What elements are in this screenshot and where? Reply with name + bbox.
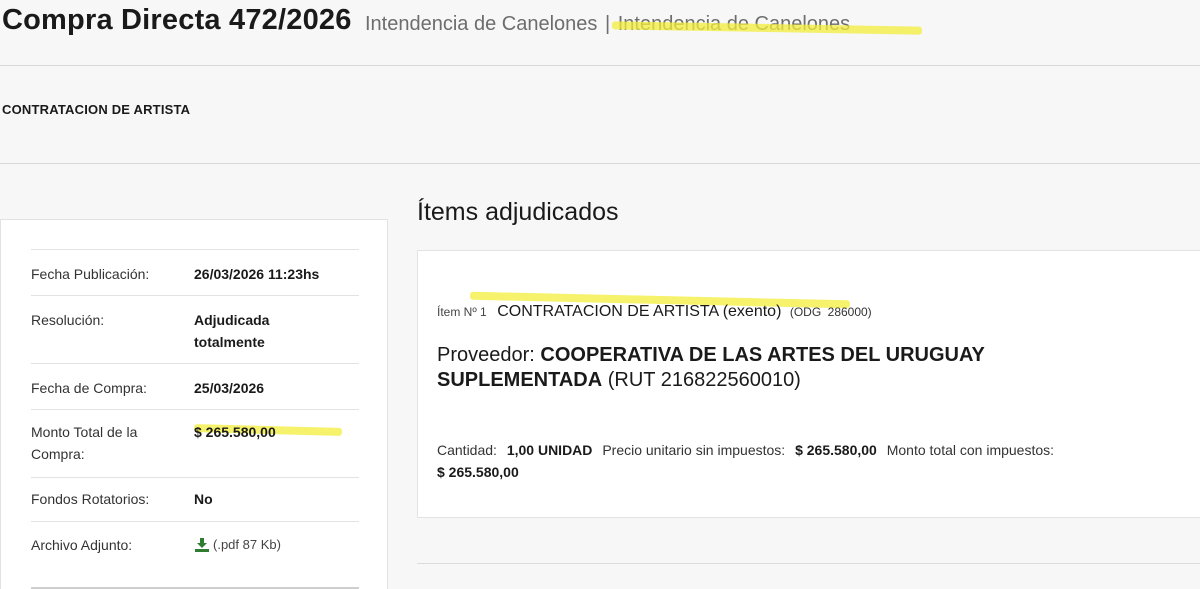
info-row-total-amount: Monto Total de la Compra: $ 265.580,00 — [31, 409, 359, 477]
organism-name: Intendencia de Canelones — [365, 13, 598, 35]
info-value: No — [194, 491, 213, 507]
info-row-revolving-funds: Fondos Rotatorios: No — [31, 477, 359, 521]
page-title: Compra Directa 472/2026 — [2, 4, 352, 36]
info-row-publication-date: Fecha Publicación: 26/03/2026 11:23hs — [31, 249, 359, 295]
attachment-link[interactable]: (.pdf 87 Kb) — [194, 534, 354, 556]
info-label: Fecha de Compra: — [31, 380, 147, 396]
provider-info: Proveedor: COOPERATIVA DE LAS ARTES DEL … — [437, 343, 997, 393]
awarded-items-title: Ítems adjudicados — [417, 198, 619, 226]
item-header: Ítem Nº 1 CONTRATACION DE ARTISTA (exent… — [437, 303, 872, 321]
info-row-resolution: Resolución: Adjudicada totalmente — [31, 295, 359, 363]
info-label: Fondos Rotatorios: — [31, 491, 150, 507]
purchase-description: CONTRATACION DE ARTISTA — [2, 102, 191, 117]
unit-price-value: $ 265.580,00 — [795, 442, 877, 458]
total-value: $ 265.580,00 — [437, 464, 519, 480]
unit-price-label: Precio unitario sin impuestos: — [602, 442, 786, 458]
info-value: 25/03/2026 — [194, 380, 265, 396]
section-divider — [417, 563, 1200, 564]
total-label: Monto total con impuestos: — [886, 442, 1055, 458]
item-quantity-price: Cantidad: 1,00 UNIDAD Precio unitario si… — [437, 439, 1157, 483]
page-header: Compra Directa 472/2026 Intendencia de C… — [0, 0, 1200, 66]
info-value: $ 265.580,00 — [194, 424, 276, 440]
purchase-info-panel: Fecha Publicación: 26/03/2026 11:23hs Re… — [0, 219, 388, 589]
info-label: Archivo Adjunto: — [31, 537, 133, 553]
info-row-purchase-date: Fecha de Compra: 25/03/2026 — [31, 363, 359, 409]
item-name: CONTRATACION DE ARTISTA (exento) — [497, 303, 782, 320]
info-label: Fecha Publicación: — [31, 266, 150, 282]
item-odg-code: 286000) — [827, 305, 872, 319]
info-value: Adjudicada totalmente — [194, 312, 270, 350]
item-number: Ítem Nº 1 — [437, 305, 487, 319]
info-label: Resolución: — [31, 312, 105, 328]
info-label: Monto Total de la Compra: — [31, 424, 138, 462]
item-odg-label: (ODG — [789, 305, 822, 319]
quantity-label: Cantidad: — [437, 442, 497, 458]
provider-label: Proveedor: — [437, 344, 535, 366]
awarded-item-card: Ítem Nº 1 CONTRATACION DE ARTISTA (exent… — [417, 250, 1200, 518]
download-icon[interactable] — [194, 537, 210, 553]
info-value: 26/03/2026 11:23hs — [194, 266, 320, 282]
quantity-value: 1,00 UNIDAD — [506, 442, 593, 458]
subtitle-separator: | — [604, 13, 611, 35]
info-row-attachment: Archivo Adjunto: (.pdf 87 Kb) — [31, 521, 359, 587]
provider-rut: (RUT 216822560010) — [607, 369, 801, 391]
attachment-size[interactable]: (.pdf 87 Kb) — [213, 534, 281, 556]
